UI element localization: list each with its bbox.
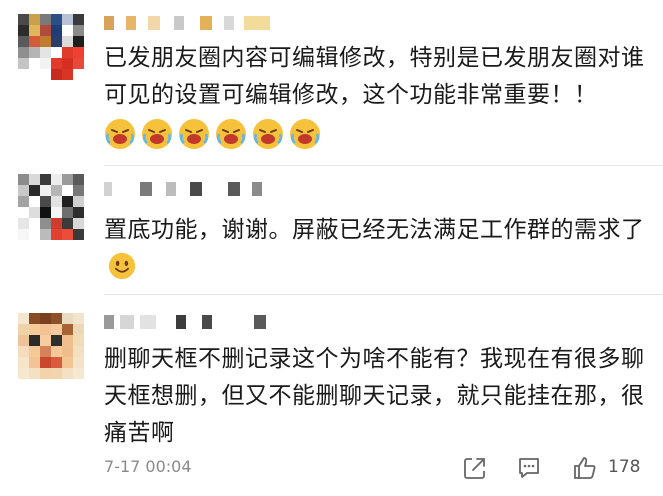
comment-text: 删聊天框不删记录这个为啥不能有？我现在有很多聊天框想删，但又不能删聊天记录，就只… [104,346,645,446]
avatar[interactable] [18,174,84,240]
cry-laugh-emoji [216,119,246,149]
comment-item: 删聊天框不删记录这个为啥不能有？我现在有很多聊天框想删，但又不能删聊天记录，就只… [0,295,663,455]
cry-laugh-emoji [253,119,283,149]
emoji-row [104,118,324,150]
comment-footer: 7-17 00:04 178 [0,455,663,485]
comment-item: 已发朋友圈内容可编辑修改，特别是已发朋友圈对谁可见的设置可编辑修改，这个功能非常… [0,0,663,165]
avatar[interactable] [18,14,84,80]
cry-laugh-emoji [142,119,172,149]
like-count: 178 [608,457,641,477]
username-blurred[interactable] [104,315,274,333]
comment-item: 置底功能，谢谢。屏蔽已经无法满足工作群的需求了 [0,166,663,294]
comment-icon[interactable] [516,455,542,481]
comment-text: 置底功能，谢谢。屏蔽已经无法满足工作群的需求了 [104,212,649,286]
timestamp: 7-17 00:04 [104,457,192,476]
thumbs-up-icon[interactable] [572,455,598,481]
username-blurred[interactable] [104,16,274,34]
cry-laugh-emoji [179,119,209,149]
avatar[interactable] [18,313,84,379]
cry-laugh-emoji [105,119,135,149]
comment-text: 已发朋友圈内容可编辑修改，特别是已发朋友圈对谁可见的设置可编辑修改，这个功能非常… [104,45,645,108]
cry-laugh-emoji [290,119,320,149]
smile-emoji [108,252,136,280]
username-blurred[interactable] [104,182,264,200]
comment-text-content: 置底功能，谢谢。屏蔽已经无法满足工作群的需求了 [104,217,645,243]
share-icon[interactable] [462,455,488,481]
